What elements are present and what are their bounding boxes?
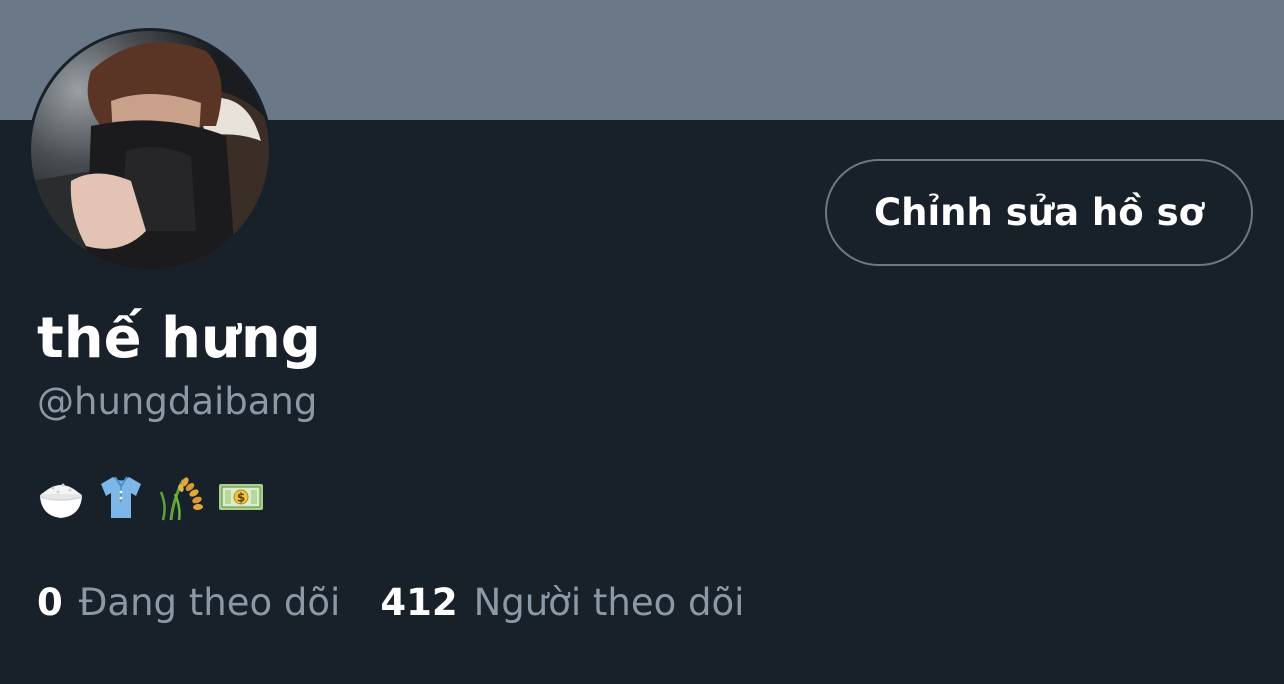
rice-bowl-icon <box>39 483 83 518</box>
display-name: thế hưng <box>37 306 321 371</box>
rice-ear-icon <box>159 477 203 521</box>
following-count: 0 <box>37 581 63 624</box>
svg-text:$: $ <box>237 491 245 505</box>
following-stat[interactable]: 0 Đang theo dõi <box>37 578 340 628</box>
followers-label: Người theo dõi <box>473 581 745 624</box>
avatar[interactable] <box>28 28 272 272</box>
bio: $ <box>37 471 265 523</box>
profile-stats: 0 Đang theo dõi 412 Người theo dõi <box>37 578 744 628</box>
t-shirt-icon <box>101 476 141 518</box>
avatar-photo <box>31 31 269 269</box>
edit-profile-button[interactable]: Chỉnh sửa hồ sơ <box>825 159 1253 266</box>
username-handle: @hungdaibang <box>37 380 318 423</box>
followers-count: 412 <box>380 581 458 624</box>
followers-stat[interactable]: 412 Người theo dõi <box>380 578 744 628</box>
following-label: Đang theo dõi <box>78 581 341 624</box>
dollar-banknote-icon: $ <box>219 484 263 510</box>
